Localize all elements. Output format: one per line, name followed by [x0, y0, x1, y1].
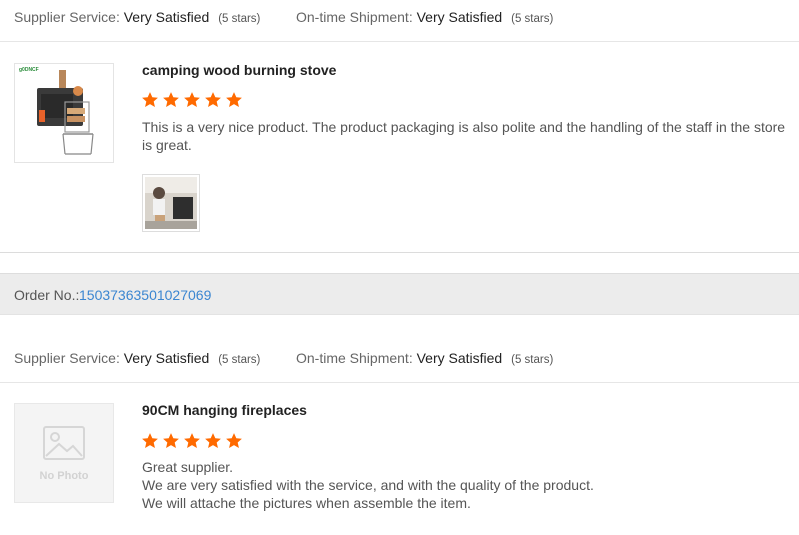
supplier-service-label: Supplier Service:: [14, 350, 120, 366]
shipment-value: Very Satisfied: [416, 9, 503, 25]
star-icon: [205, 433, 221, 448]
service-rating-bar: Supplier Service: Very Satisfied (5 star…: [0, 0, 799, 42]
order-number-link[interactable]: 15037363501027069: [79, 274, 211, 316]
review-text: Great supplier. We are very satisfied wi…: [142, 458, 797, 512]
review-photo[interactable]: [142, 174, 200, 232]
star-icon: [142, 433, 158, 448]
product-thumbnail[interactable]: No Photo: [14, 403, 114, 503]
star-icon: [184, 433, 200, 448]
wood-stove-icon: [37, 70, 94, 155]
shipment-label: On-time Shipment:: [296, 350, 413, 366]
review-item: g0DNCF camping wood burning stove This i…: [0, 43, 799, 253]
shipment-rating: On-time Shipment: Very Satisfied (5 star…: [296, 0, 553, 36]
star-icon: [163, 433, 179, 448]
supplier-service-stars: (5 stars): [218, 13, 261, 25]
review-text-line: We are very satisfied with the service, …: [142, 477, 594, 493]
supplier-service-value: Very Satisfied: [123, 9, 210, 25]
star-icon: [226, 433, 242, 448]
section-divider: [0, 252, 799, 253]
review-item: No Photo 90CM hanging fireplaces Great s…: [0, 383, 799, 535]
photo-icon: [145, 177, 197, 229]
product-title[interactable]: 90CM hanging fireplaces: [142, 402, 307, 418]
supplier-service-stars: (5 stars): [218, 354, 261, 366]
order-number-label: Order No.:: [14, 287, 80, 303]
star-icon: [142, 92, 158, 107]
review-rating-stars: [141, 91, 243, 109]
shipment-value: Very Satisfied: [416, 350, 503, 366]
review-rating-stars: [141, 432, 243, 450]
shipment-rating: On-time Shipment: Very Satisfied (5 star…: [296, 341, 553, 377]
image-placeholder-icon: [43, 426, 85, 460]
star-icon: [163, 92, 179, 107]
service-rating-bar: Supplier Service: Very Satisfied (5 star…: [0, 341, 799, 383]
star-icon: [184, 92, 200, 107]
product-title[interactable]: camping wood burning stove: [142, 62, 336, 78]
review-text-line: Great supplier.: [142, 459, 234, 475]
star-icon: [226, 92, 242, 107]
no-photo-label: No Photo: [39, 470, 89, 482]
star-icon: [205, 92, 221, 107]
order-header: Order No.: 15037363501027069: [0, 273, 799, 315]
shipment-stars: (5 stars): [511, 13, 554, 25]
supplier-service-rating: Supplier Service: Very Satisfied (5 star…: [14, 0, 260, 36]
shipment-label: On-time Shipment:: [296, 9, 413, 25]
supplier-service-value: Very Satisfied: [123, 350, 210, 366]
supplier-service-rating: Supplier Service: Very Satisfied (5 star…: [14, 341, 260, 377]
review-text: This is a very nice product. The product…: [142, 119, 786, 153]
review-text-line: We will attache the pictures when assemb…: [142, 495, 471, 511]
supplier-service-label: Supplier Service:: [14, 9, 120, 25]
product-thumbnail[interactable]: g0DNCF: [14, 63, 114, 163]
shipment-stars: (5 stars): [511, 354, 554, 366]
